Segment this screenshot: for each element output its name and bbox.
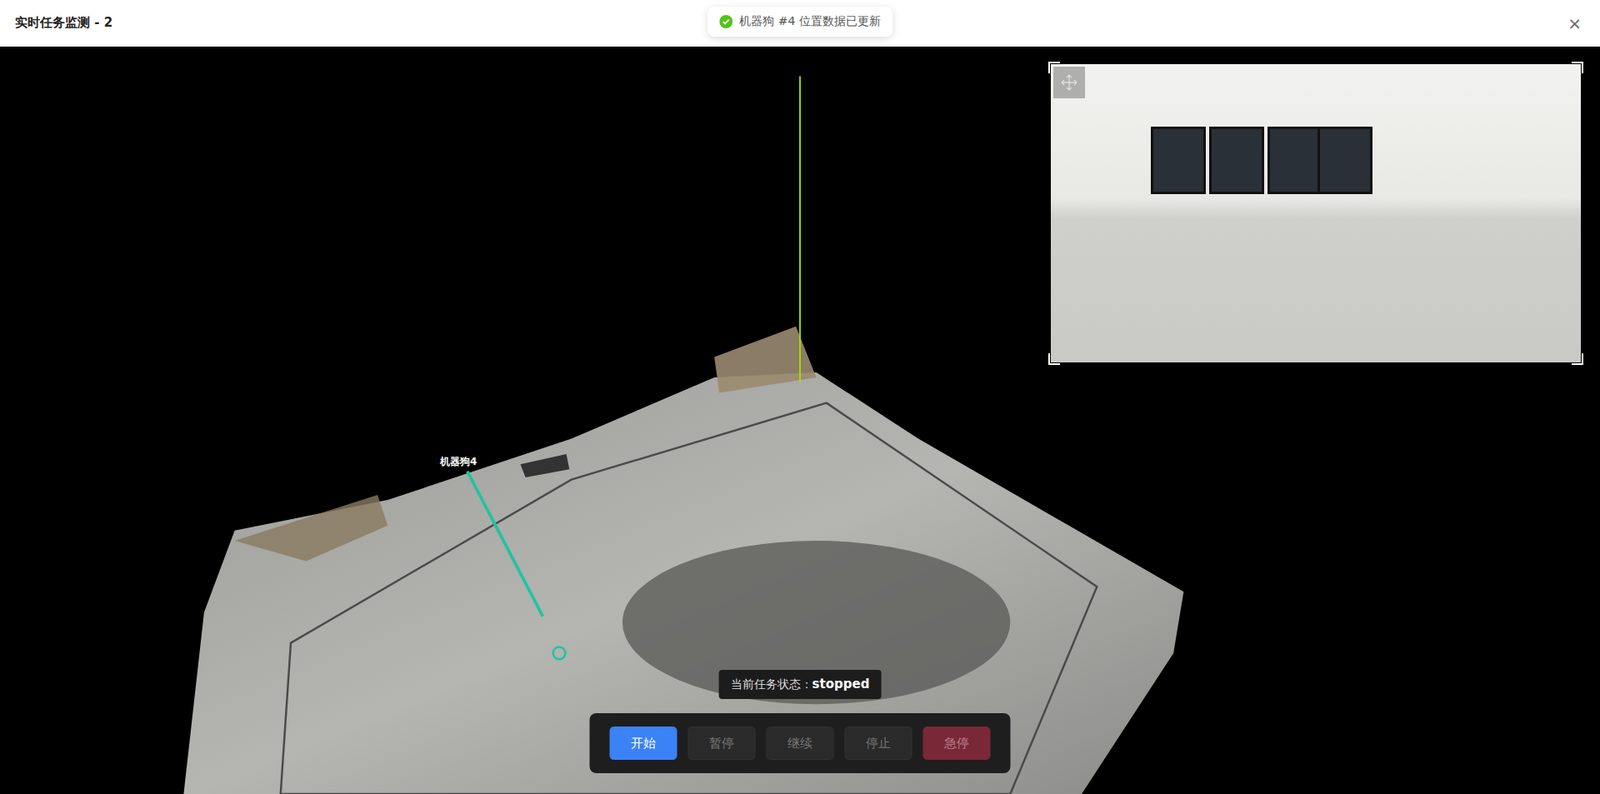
window-title: 实时任务监测 - 2 — [15, 15, 113, 31]
resize-corner[interactable] — [1571, 61, 1584, 74]
close-button[interactable]: × — [1564, 10, 1585, 37]
control-button: 停止 — [845, 726, 913, 760]
video-detail — [1209, 126, 1265, 195]
move-handle[interactable] — [1053, 66, 1085, 99]
control-button[interactable]: 开始 — [610, 726, 678, 760]
button-label: 继续 — [787, 735, 813, 752]
toast-message: 机器狗 #4 位置数据已更新 — [707, 6, 893, 37]
robot-label[interactable]: 机器狗4 — [440, 455, 477, 470]
task-status: 当前任务状态：stopped — [719, 670, 882, 700]
toast-text: 机器狗 #4 位置数据已更新 — [739, 14, 881, 30]
video-detail — [1267, 126, 1323, 195]
control-button: 暂停 — [688, 726, 756, 760]
resize-corner[interactable] — [1048, 353, 1060, 365]
control-bar: 开始 暂停 继续 停止 急停 — [590, 713, 1011, 774]
button-label: 急停 — [944, 735, 970, 752]
move-icon — [1060, 74, 1078, 91]
control-button: 继续 — [766, 726, 835, 760]
status-label: 当前任务状态： — [730, 677, 813, 691]
button-label: 停止 — [865, 735, 891, 752]
button-label: 开始 — [630, 735, 656, 752]
video-detail — [1150, 126, 1206, 195]
video-detail — [1317, 126, 1373, 195]
status-value: stopped — [812, 676, 870, 692]
success-icon — [719, 15, 733, 29]
resize-corner[interactable] — [1048, 61, 1060, 74]
button-label: 暂停 — [709, 735, 735, 752]
camera-feed[interactable] — [1050, 64, 1581, 363]
control-button: 急停 — [923, 726, 991, 760]
resize-corner[interactable] — [1571, 353, 1584, 365]
point-cloud-viewport[interactable]: 机器狗4 当前任务状态：stopped 开始 暂停 继续 停止 急停 — [0, 46, 1600, 794]
